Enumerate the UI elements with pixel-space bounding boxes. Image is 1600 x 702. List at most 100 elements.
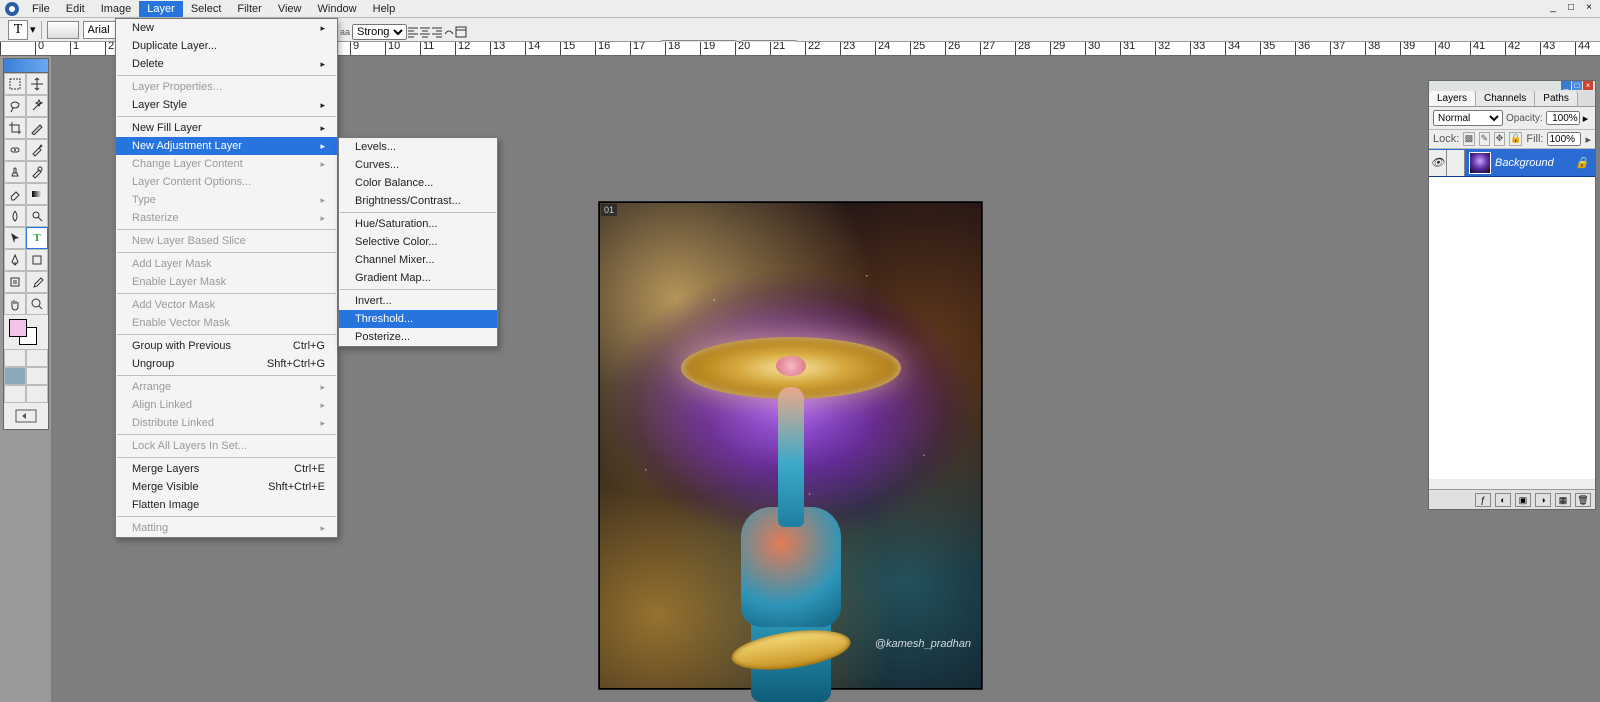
fill-arrow-icon[interactable]: ▸ [1585, 133, 1591, 146]
menu-item-levels[interactable]: Levels... [339, 138, 497, 156]
align-left-button[interactable] [407, 26, 419, 38]
menu-item-new[interactable]: New [116, 19, 337, 37]
minimize-button[interactable]: _ [1546, 2, 1560, 14]
lasso-tool[interactable] [4, 95, 26, 117]
menu-item-flatten-image[interactable]: Flatten Image [116, 496, 337, 514]
menu-window[interactable]: Window [310, 1, 365, 17]
lock-position-button[interactable]: ✥ [1494, 132, 1505, 146]
blend-mode-select[interactable]: Normal [1433, 110, 1503, 126]
menu-item-merge-layers[interactable]: Merge LayersCtrl+E [116, 460, 337, 478]
standard-mode[interactable] [4, 349, 26, 367]
layer-row-background[interactable]: 👁 Background 🔒 [1429, 149, 1595, 177]
color-swatches[interactable] [4, 315, 48, 349]
menu-item-selective-color[interactable]: Selective Color... [339, 233, 497, 251]
document-canvas[interactable]: @kamesh_pradhan 01 [599, 202, 982, 689]
menu-edit[interactable]: Edit [58, 1, 93, 17]
adjustment-layer-button[interactable]: ◑ [1535, 493, 1551, 507]
menu-file[interactable]: File [24, 1, 58, 17]
menu-layer[interactable]: Layer [139, 1, 183, 17]
tab-paths[interactable]: Paths [1535, 91, 1578, 106]
panel-minimize-icon[interactable]: _ [1561, 81, 1571, 90]
brush-tool[interactable] [26, 139, 48, 161]
menu-item-merge-visible[interactable]: Merge VisibleShft+Ctrl+E [116, 478, 337, 496]
menu-item-layer-style[interactable]: Layer Style [116, 96, 337, 114]
toolbox-header[interactable] [4, 59, 48, 73]
notes-tool[interactable] [4, 271, 26, 293]
menu-item-invert[interactable]: Invert... [339, 292, 497, 310]
menu-item-gradient-map[interactable]: Gradient Map... [339, 269, 497, 287]
menu-item-threshold[interactable]: Threshold... [339, 310, 497, 328]
layer-style-button[interactable]: ƒ [1475, 493, 1491, 507]
quickmask-mode[interactable] [26, 349, 48, 367]
blur-tool[interactable] [4, 205, 26, 227]
screen-mode-1[interactable] [4, 367, 26, 385]
eyedropper-tool[interactable] [26, 271, 48, 293]
menu-view[interactable]: View [270, 1, 310, 17]
shape-tool[interactable] [26, 249, 48, 271]
menu-item-brightness-contrast[interactable]: Brightness/Contrast... [339, 192, 497, 210]
fill-input[interactable] [1547, 132, 1581, 146]
menu-item-delete[interactable]: Delete [116, 55, 337, 73]
stamp-tool[interactable] [4, 161, 26, 183]
menu-filter[interactable]: Filter [229, 1, 269, 17]
jump-to-button[interactable] [4, 403, 48, 429]
crop-tool[interactable] [4, 117, 26, 139]
type-tool[interactable]: T [26, 227, 48, 249]
panel-close-icon[interactable]: × [1583, 81, 1593, 90]
opacity-input[interactable] [1546, 111, 1580, 125]
dodge-tool[interactable] [26, 205, 48, 227]
menu-item-hue-saturation[interactable]: Hue/Saturation... [339, 215, 497, 233]
menu-item-group-with-previous[interactable]: Group with PreviousCtrl+G [116, 337, 337, 355]
eraser-tool[interactable] [4, 183, 26, 205]
visibility-icon[interactable]: 👁 [1429, 150, 1447, 176]
tool-preset-button[interactable] [47, 21, 79, 39]
antialias-select[interactable]: Strong [352, 24, 407, 40]
menu-item-posterize[interactable]: Posterize... [339, 328, 497, 346]
opacity-arrow-icon[interactable]: ▸ [1583, 112, 1589, 125]
history-brush-tool[interactable] [26, 161, 48, 183]
menu-select[interactable]: Select [183, 1, 230, 17]
screen-mode-4[interactable] [26, 385, 48, 403]
align-right-button[interactable] [431, 26, 443, 38]
menu-item-new-fill-layer[interactable]: New Fill Layer [116, 119, 337, 137]
menu-item-channel-mixer[interactable]: Channel Mixer... [339, 251, 497, 269]
menu-item-ungroup[interactable]: UngroupShft+Ctrl+G [116, 355, 337, 373]
slice-tool[interactable] [26, 117, 48, 139]
delete-layer-button[interactable]: 🗑 [1575, 493, 1591, 507]
layer-thumbnail[interactable] [1469, 152, 1491, 174]
menu-item-curves[interactable]: Curves... [339, 156, 497, 174]
lock-pixels-button[interactable]: ✎ [1479, 132, 1490, 146]
move-tool[interactable] [26, 73, 48, 95]
wand-tool[interactable] [26, 95, 48, 117]
close-button[interactable]: × [1582, 2, 1596, 14]
align-center-button[interactable] [419, 26, 431, 38]
marquee-tool[interactable] [4, 73, 26, 95]
path-select-tool[interactable] [4, 227, 26, 249]
menu-item-duplicate-layer[interactable]: Duplicate Layer... [116, 37, 337, 55]
menu-item-new-adjustment-layer[interactable]: New Adjustment Layer [116, 137, 337, 155]
lock-all-button[interactable]: 🔒 [1509, 132, 1522, 146]
palettes-button[interactable] [455, 26, 467, 38]
layer-mask-button[interactable]: ◐ [1495, 493, 1511, 507]
tab-channels[interactable]: Channels [1476, 91, 1535, 106]
menu-image[interactable]: Image [93, 1, 140, 17]
panel-maximize-icon[interactable]: □ [1572, 81, 1582, 90]
foreground-color[interactable] [9, 319, 27, 337]
screen-mode-2[interactable] [26, 367, 48, 385]
new-layer-button[interactable]: ▦ [1555, 493, 1571, 507]
pen-tool[interactable] [4, 249, 26, 271]
lock-transparency-button[interactable]: ▩ [1463, 132, 1474, 146]
menu-help[interactable]: Help [365, 1, 404, 17]
link-icon[interactable] [1447, 150, 1465, 176]
hand-tool[interactable] [4, 293, 26, 315]
maximize-button[interactable]: □ [1564, 2, 1578, 14]
new-set-button[interactable]: ▣ [1515, 493, 1531, 507]
panel-titlebar[interactable]: _ □ × [1429, 81, 1595, 91]
gradient-tool[interactable] [26, 183, 48, 205]
heal-tool[interactable] [4, 139, 26, 161]
menu-item-color-balance[interactable]: Color Balance... [339, 174, 497, 192]
warp-text-button[interactable] [443, 26, 455, 38]
screen-mode-3[interactable] [4, 385, 26, 403]
zoom-tool[interactable] [26, 293, 48, 315]
tab-layers[interactable]: Layers [1429, 91, 1476, 106]
